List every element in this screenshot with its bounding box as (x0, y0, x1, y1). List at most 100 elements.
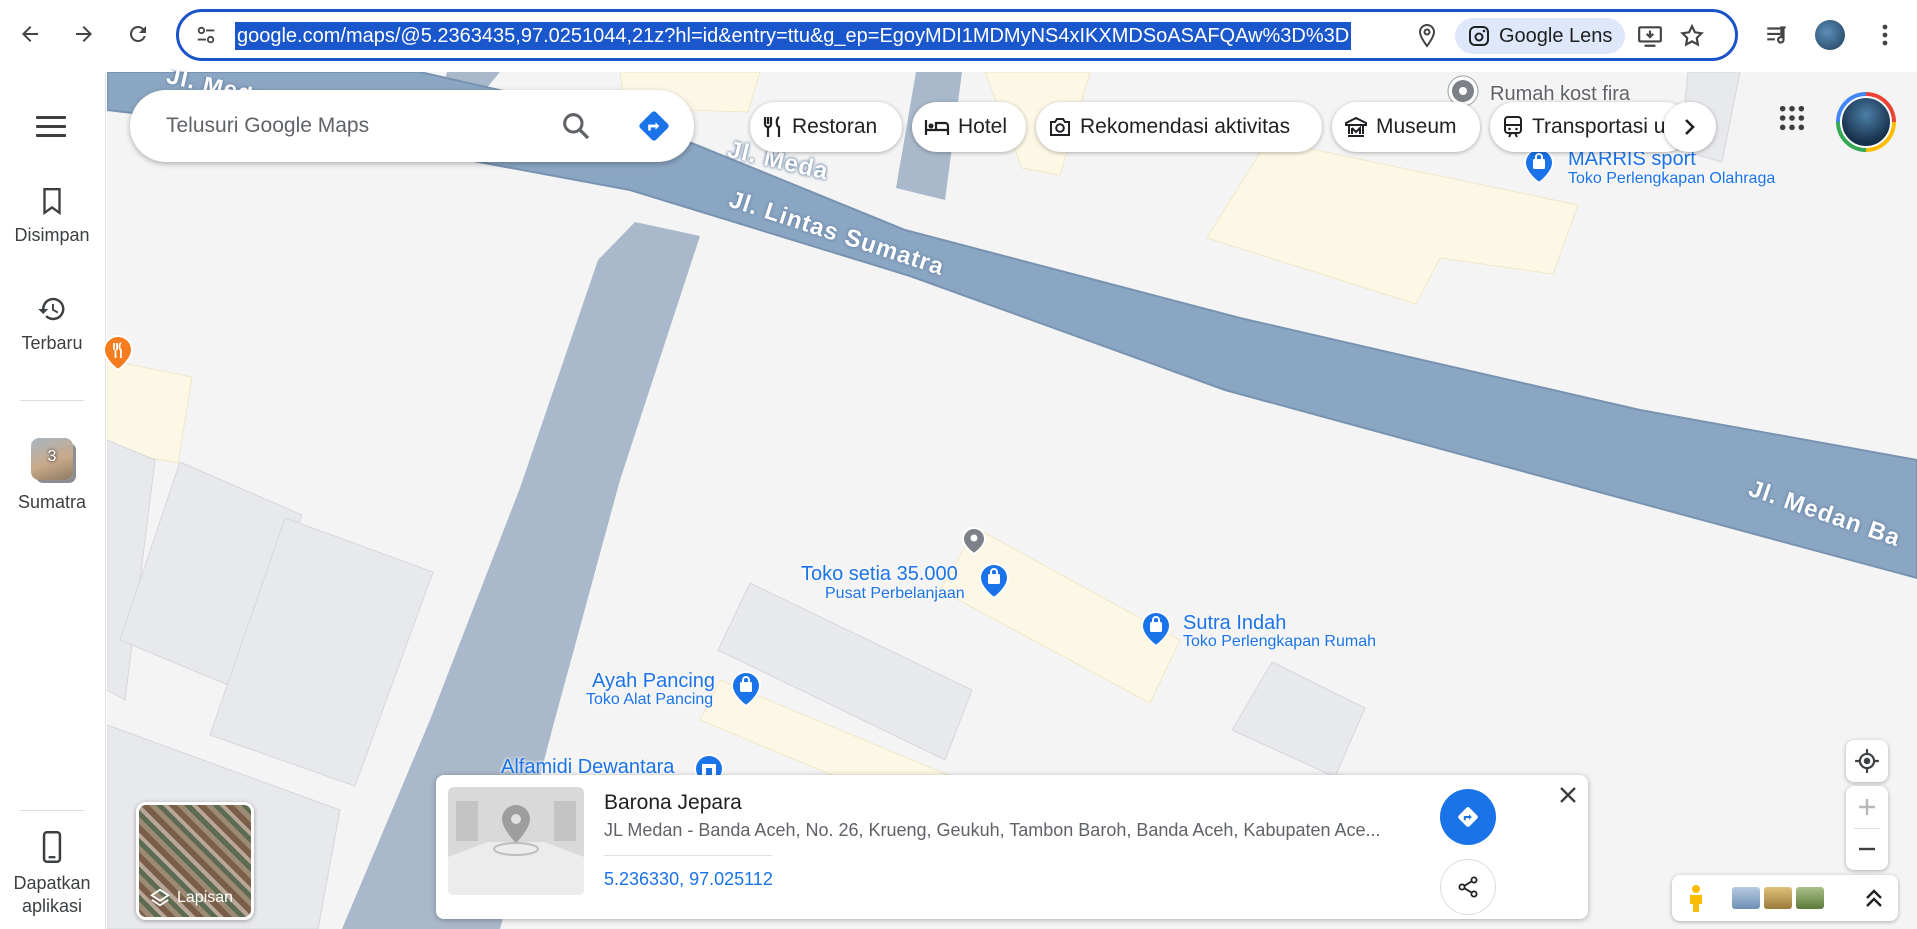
poi-sutra-indah[interactable]: Sutra Indah (1183, 612, 1286, 635)
forward-button[interactable] (68, 18, 100, 50)
address-bar[interactable]: google.com/maps/@5.2363435,97.0251044,21… (176, 9, 1738, 61)
music-queue-icon (1767, 26, 1786, 44)
shopping-pin-icon[interactable] (730, 670, 762, 708)
restaurant-pin-icon[interactable] (102, 334, 134, 372)
chevron-double-up-icon[interactable] (1862, 887, 1886, 909)
google-lens-button[interactable]: Google Lens (1455, 18, 1625, 54)
chip-restaurants[interactable]: Restoran (750, 102, 902, 152)
sidebar-item-recent[interactable]: Terbaru (0, 294, 104, 354)
place-address: JL Medan - Banda Aceh, No. 26, Krueng, G… (604, 820, 1381, 840)
chip-label: Transportasi u (1532, 115, 1666, 138)
zoom-control (1846, 786, 1888, 870)
sidebar-divider (20, 400, 84, 401)
search-input[interactable] (166, 110, 526, 142)
directions-button[interactable] (1440, 789, 1496, 845)
media-control-button[interactable] (1762, 20, 1792, 50)
phone-icon (42, 831, 62, 863)
back-arrow-icon (22, 26, 38, 42)
install-app-icon[interactable] (1637, 23, 1663, 49)
account-avatar[interactable] (1836, 92, 1896, 152)
browser-profile-avatar[interactable] (1815, 20, 1845, 50)
place-info-card[interactable]: Barona Jepara JL Medan - Banda Aceh, No.… (436, 775, 1588, 919)
close-icon[interactable] (1556, 783, 1580, 807)
sidebar-item-get-app[interactable]: Dapatkan aplikasi (0, 830, 104, 917)
sidebar-item-sumatra[interactable]: 3 Sumatra (0, 438, 104, 513)
place-coordinates[interactable]: 5.236330, 97.025112 (604, 869, 773, 890)
fork-knife-icon (763, 116, 781, 137)
bookmark-icon (43, 188, 61, 216)
site-info-icon[interactable] (195, 24, 217, 46)
poi-toko-setia[interactable]: Toko setia 35.000 (801, 563, 958, 586)
more-vert-icon (1882, 24, 1888, 46)
lens-label: Google Lens (1499, 24, 1613, 47)
poi-ayah-pancing[interactable]: Ayah Pancing (592, 670, 715, 693)
sidebar-item-saved[interactable]: Disimpan (0, 186, 104, 246)
shopping-pin-icon[interactable] (1140, 610, 1172, 648)
bookmark-star-icon[interactable] (1679, 23, 1705, 49)
poi-category: Toko Perlengkapan Rumah (1183, 633, 1377, 650)
browser-toolbar: google.com/maps/@5.2363435,97.0251044,21… (0, 0, 1917, 72)
layers-label-group: Lapisan (149, 887, 233, 909)
browser-menu-button[interactable] (1870, 20, 1900, 50)
plus-icon (1859, 799, 1875, 815)
imagery-thumbnail[interactable] (1796, 887, 1824, 909)
train-icon (1504, 116, 1522, 138)
chip-label: Hotel (958, 115, 1008, 138)
share-icon (1458, 876, 1478, 898)
location-pin-icon[interactable] (1415, 23, 1439, 49)
shopping-pin-icon[interactable] (978, 562, 1010, 600)
forward-arrow-icon (76, 26, 92, 42)
chip-transport[interactable]: Transportasi u (1490, 102, 1690, 152)
collection-count: 3 (47, 448, 57, 465)
pegman-icon[interactable] (1686, 884, 1706, 912)
chip-activities[interactable]: Rekomendasi aktivitas (1036, 102, 1322, 152)
reload-button[interactable] (122, 18, 154, 50)
maps-sidebar: Disimpan Terbaru 3 Sumatra Dapatkan apli… (0, 72, 106, 929)
museum-icon (1345, 116, 1367, 137)
place-marker-icon[interactable] (960, 526, 988, 556)
zoom-out-button[interactable] (1846, 828, 1888, 870)
place-thumbnail[interactable] (448, 787, 584, 895)
sidebar-divider (20, 810, 84, 811)
lens-icon (1469, 26, 1489, 46)
apps-grid-icon[interactable] (1778, 104, 1806, 132)
share-button[interactable] (1440, 859, 1496, 915)
reload-icon (129, 25, 146, 42)
history-icon (38, 297, 65, 321)
sidebar-item-label: aplikasi (21, 896, 83, 916)
chip-label: Museum (1376, 115, 1457, 138)
search-icon[interactable] (560, 110, 592, 142)
map-bottom-toolbar (1672, 875, 1898, 921)
minus-icon (1859, 847, 1875, 851)
my-location-button[interactable] (1846, 740, 1888, 782)
info-divider (604, 855, 772, 856)
placeholder-place-image-icon (448, 787, 584, 895)
chevron-right-icon (1685, 119, 1695, 135)
sidebar-item-label: Sumatra (17, 492, 87, 512)
imagery-thumbnail[interactable] (1764, 887, 1792, 909)
chip-label: Restoran (792, 115, 878, 138)
url-text[interactable]: google.com/maps/@5.2363435,97.0251044,21… (235, 22, 1352, 50)
poi-category: Toko Perlengkapan Olahraga (1568, 170, 1776, 187)
layers-button[interactable]: Lapisan (136, 802, 254, 920)
camera-icon (1050, 118, 1070, 136)
menu-icon[interactable] (36, 116, 66, 140)
imagery-thumbnail[interactable] (1732, 887, 1760, 909)
directions-icon (1458, 807, 1478, 827)
chip-museum[interactable]: Museum (1332, 102, 1480, 152)
place-title[interactable]: Barona Jepara (604, 791, 742, 815)
layers-label: Lapisan (177, 889, 234, 906)
chip-hotel[interactable]: Hotel (912, 102, 1026, 152)
poi-category: Pusat Perbelanjaan (825, 585, 965, 602)
zoom-in-button[interactable] (1846, 786, 1888, 828)
chips-next-button[interactable] (1664, 102, 1716, 152)
back-button[interactable] (14, 18, 46, 50)
my-location-icon (1855, 749, 1879, 773)
search-box (130, 90, 694, 162)
collection-thumbnail: 3 (31, 438, 73, 480)
bed-icon (924, 120, 950, 135)
directions-icon[interactable] (636, 108, 672, 144)
shopping-pin-icon[interactable] (1523, 147, 1555, 185)
sidebar-item-label: Disimpan (14, 225, 90, 245)
sidebar-item-label: Dapatkan (13, 873, 91, 893)
